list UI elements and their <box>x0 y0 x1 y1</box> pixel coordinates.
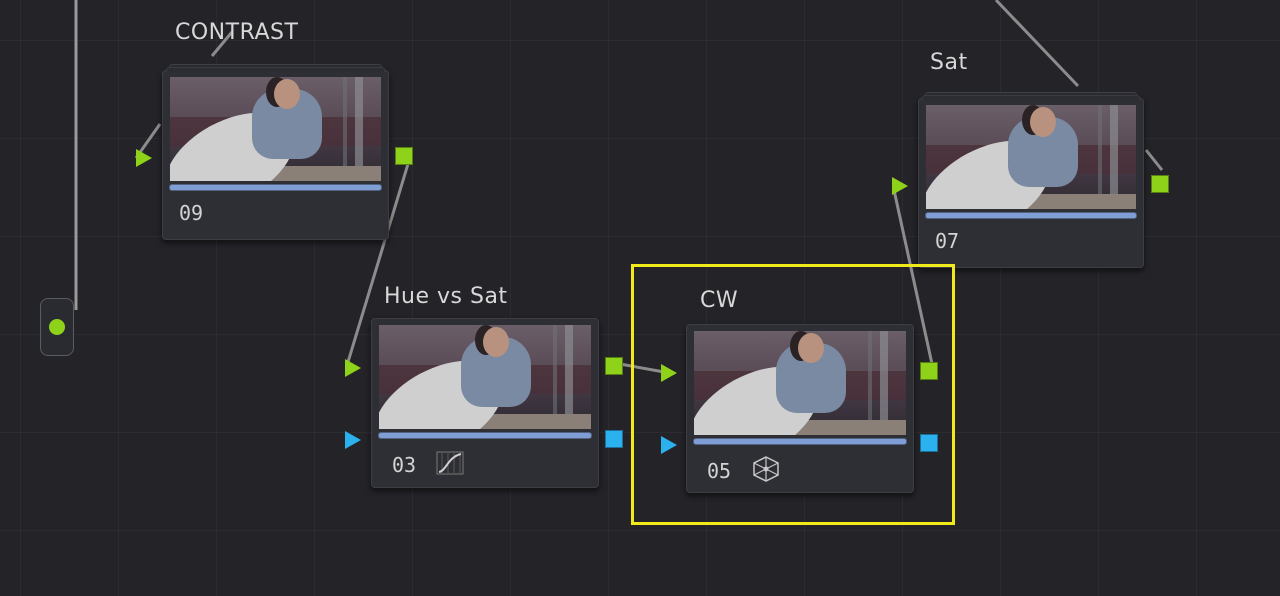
curve-icon <box>436 451 464 479</box>
huevssat-alpha-output-port[interactable] <box>605 430 623 448</box>
source-output-port[interactable] <box>49 319 65 335</box>
contrast-rgb-output-port[interactable] <box>395 147 413 165</box>
node-bypass-bar <box>379 433 591 438</box>
node-stack-edge <box>922 95 1140 100</box>
contrast-rgb-input-port[interactable] <box>136 149 152 167</box>
node-contrast[interactable]: 09 <box>162 64 389 240</box>
node-title-sat: Sat <box>930 50 968 75</box>
node-stack-edge <box>166 67 385 72</box>
node-thumbnail <box>379 325 591 429</box>
sat-rgb-input-port[interactable] <box>892 177 908 195</box>
selection-highlight-box <box>631 264 955 525</box>
source-input-node[interactable] <box>40 298 74 356</box>
node-hue-vs-sat[interactable]: 03 <box>371 318 599 488</box>
node-thumbnail <box>170 77 381 181</box>
huevssat-rgb-output-port[interactable] <box>605 357 623 375</box>
node-title-contrast: CONTRAST <box>175 20 299 45</box>
node-bypass-bar <box>170 185 381 190</box>
wire-sat-top <box>994 0 1080 88</box>
node-thumbnail <box>926 105 1136 209</box>
node-title-hue-vs-sat: Hue vs Sat <box>384 284 508 309</box>
node-number: 09 <box>179 201 204 225</box>
node-number: 07 <box>935 229 960 253</box>
sat-rgb-output-port[interactable] <box>1151 175 1169 193</box>
node-graph-canvas[interactable]: CONTRAST 09 Sat 07 Hue vs Sat 03 CW 05 <box>0 0 1280 596</box>
node-number: 03 <box>392 453 417 477</box>
wire-sat-out <box>1144 149 1164 171</box>
huevssat-rgb-input-port[interactable] <box>345 359 361 377</box>
huevssat-alpha-input-port[interactable] <box>345 431 361 449</box>
node-sat[interactable]: 07 <box>918 92 1144 268</box>
node-bypass-bar <box>926 213 1136 218</box>
